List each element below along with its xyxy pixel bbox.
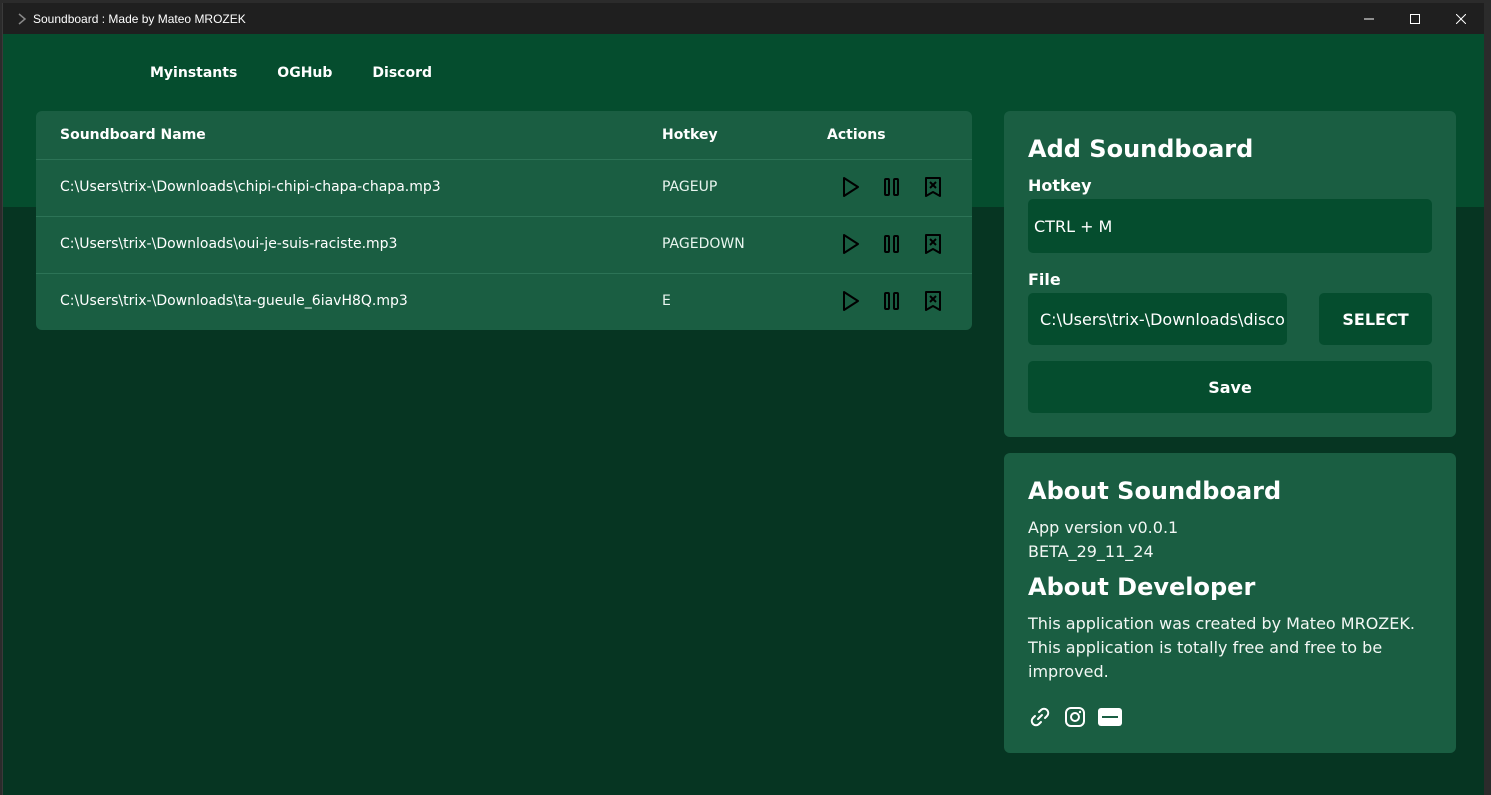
nav-link-oghub[interactable]: OGHub [277, 65, 332, 81]
table-header: Soundboard Name Hotkey Actions [36, 111, 972, 160]
table-row: C:\Users\trix-\Downloads\chipi-chipi-cha… [36, 160, 972, 217]
row-hotkey: PAGEDOWN [662, 236, 745, 252]
stripe-icon[interactable] [1098, 705, 1122, 729]
soundboard-table: Soundboard Name Hotkey Actions C:\Users\… [36, 111, 972, 330]
play-icon[interactable] [840, 290, 862, 312]
developer-text-line3: improved. [1028, 662, 1109, 681]
save-button[interactable]: Save [1028, 361, 1432, 413]
row-hotkey: E [662, 293, 671, 309]
select-file-button[interactable]: SELECT [1319, 293, 1432, 345]
table-row: C:\Users\trix-\Downloads\oui-je-suis-rac… [36, 217, 972, 274]
minimize-button[interactable] [1346, 3, 1392, 34]
about-developer-title: About Developer [1028, 573, 1256, 601]
header-name: Soundboard Name [60, 127, 206, 143]
delete-bookmark-icon[interactable] [922, 290, 944, 312]
maximize-button[interactable] [1392, 3, 1438, 34]
delete-bookmark-icon[interactable] [922, 233, 944, 255]
add-soundboard-card: Add Soundboard Hotkey CTRL + M File C:\U… [1004, 111, 1456, 437]
window-title: Soundboard : Made by Mateo MROZEK [33, 11, 246, 26]
top-nav: Myinstants OGHub Discord [150, 65, 432, 81]
about-card: About Soundboard App version v0.0.1 BETA… [1004, 453, 1456, 753]
link-icon[interactable] [1028, 705, 1052, 729]
app-version: App version v0.0.1 [1028, 518, 1179, 537]
developer-text-line1: This application was created by Mateo MR… [1028, 614, 1415, 633]
nav-link-myinstants[interactable]: Myinstants [150, 65, 237, 81]
nav-link-discord[interactable]: Discord [372, 65, 432, 81]
title-bar[interactable]: Soundboard : Made by Mateo MROZEK [3, 3, 1484, 34]
instagram-icon[interactable] [1063, 705, 1087, 729]
developer-text-line2: This application is totally free and fre… [1028, 638, 1383, 657]
hotkey-label: Hotkey [1028, 176, 1092, 195]
pause-icon[interactable] [881, 176, 903, 198]
header-hotkey: Hotkey [662, 127, 718, 143]
header-actions: Actions [827, 127, 886, 143]
social-links [1028, 705, 1122, 729]
about-soundboard-title: About Soundboard [1028, 477, 1282, 505]
app-build: BETA_29_11_24 [1028, 542, 1154, 561]
table-row: C:\Users\trix-\Downloads\ta-gueule_6iavH… [36, 274, 972, 330]
pause-icon[interactable] [881, 233, 903, 255]
file-path-input[interactable]: C:\Users\trix-\Downloads\disco [1028, 293, 1287, 345]
file-label: File [1028, 270, 1061, 289]
add-soundboard-title: Add Soundboard [1028, 135, 1254, 163]
row-filepath: C:\Users\trix-\Downloads\oui-je-suis-rac… [60, 236, 398, 252]
row-filepath: C:\Users\trix-\Downloads\chipi-chipi-cha… [60, 179, 441, 195]
pause-icon[interactable] [881, 290, 903, 312]
delete-bookmark-icon[interactable] [922, 176, 944, 198]
play-icon[interactable] [840, 233, 862, 255]
play-icon[interactable] [840, 176, 862, 198]
row-hotkey: PAGEUP [662, 179, 718, 195]
hotkey-input[interactable]: CTRL + M [1028, 199, 1432, 253]
app-icon [15, 12, 29, 26]
close-button[interactable] [1438, 3, 1484, 34]
app-window: Soundboard : Made by Mateo MROZEK Myinst… [2, 3, 1484, 795]
row-filepath: C:\Users\trix-\Downloads\ta-gueule_6iavH… [60, 293, 408, 309]
